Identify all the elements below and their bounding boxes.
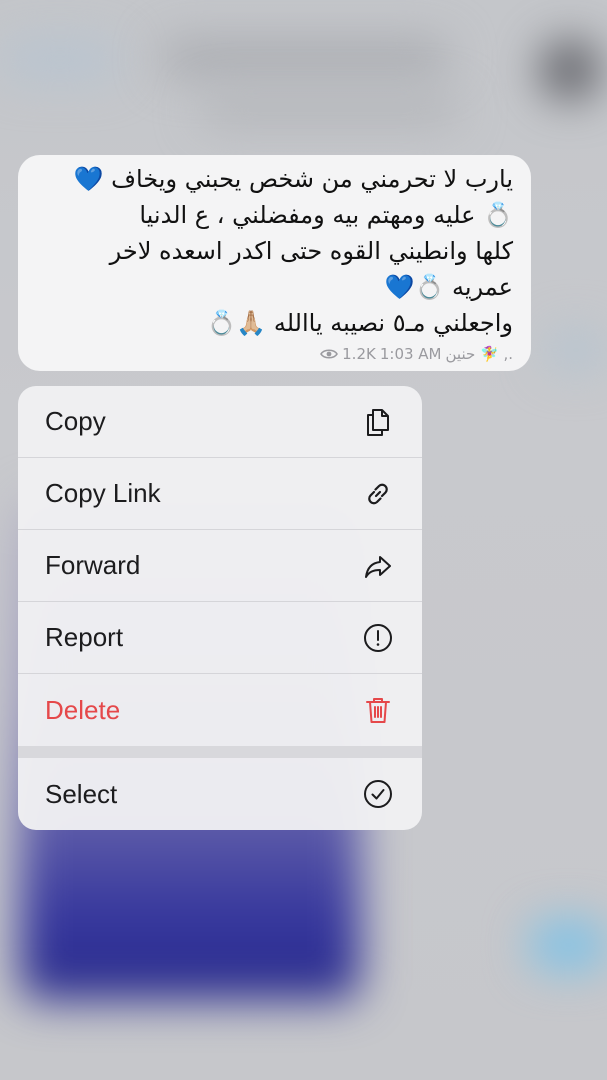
message-line: يارب لا تحرمني من شخص يحبني ويخاف 💙	[73, 165, 513, 193]
menu-item-forward[interactable]: Forward	[18, 530, 422, 602]
context-menu: Copy Copy Link Forward Report Delete Sel…	[18, 386, 422, 830]
blurred-back-button	[0, 40, 120, 80]
blurred-avatar	[540, 40, 600, 100]
menu-item-label: Copy Link	[45, 478, 161, 508]
message-line: كلها وانطيني القوه حتى اكدر اسعده لاخر	[109, 237, 513, 265]
report-icon	[362, 622, 394, 654]
menu-item-label: Report	[45, 622, 124, 652]
message-line: 💍 عليه ومهتم بيه ومفضلني ، ع الدنيا	[139, 201, 513, 229]
trash-icon	[362, 694, 394, 726]
blurred-chat-title	[160, 40, 450, 76]
link-icon	[362, 478, 394, 510]
message-line: ع‍مريه 💍💙	[384, 273, 513, 301]
blurred-bubble	[545, 330, 607, 370]
check-circle-icon	[362, 778, 394, 810]
message-meta: 1.2K 1:03 AM حنين 🧚‍♀️ ,.	[320, 345, 513, 363]
forward-icon	[362, 550, 394, 582]
menu-item-select[interactable]: Select	[18, 758, 422, 830]
menu-item-label: Copy	[45, 406, 106, 436]
message-time: 1:03 AM	[379, 345, 442, 363]
message-line: واجعلني مـ٥ نصيبه ياالله 🙏🏼💍	[206, 309, 513, 337]
message-bubble[interactable]: يارب لا تحرمني من شخص يحبني ويخاف 💙 💍 عل…	[18, 155, 531, 371]
copy-icon	[362, 406, 394, 438]
blurred-outgoing-bubble	[530, 920, 607, 970]
menu-item-label: Delete	[45, 694, 121, 725]
menu-separator	[18, 746, 422, 758]
eye-icon	[320, 348, 339, 360]
view-count: 1.2K	[342, 345, 376, 363]
menu-item-label: Select	[45, 778, 118, 809]
menu-item-delete[interactable]: Delete	[18, 674, 422, 746]
message-signature: حنين 🧚‍♀️ ,.	[445, 345, 514, 363]
blurred-subtitle	[200, 95, 460, 125]
menu-item-copy-link[interactable]: Copy Link	[18, 458, 422, 530]
menu-item-copy[interactable]: Copy	[18, 386, 422, 458]
menu-item-label: Forward	[45, 550, 141, 580]
menu-item-report[interactable]: Report	[18, 602, 422, 674]
